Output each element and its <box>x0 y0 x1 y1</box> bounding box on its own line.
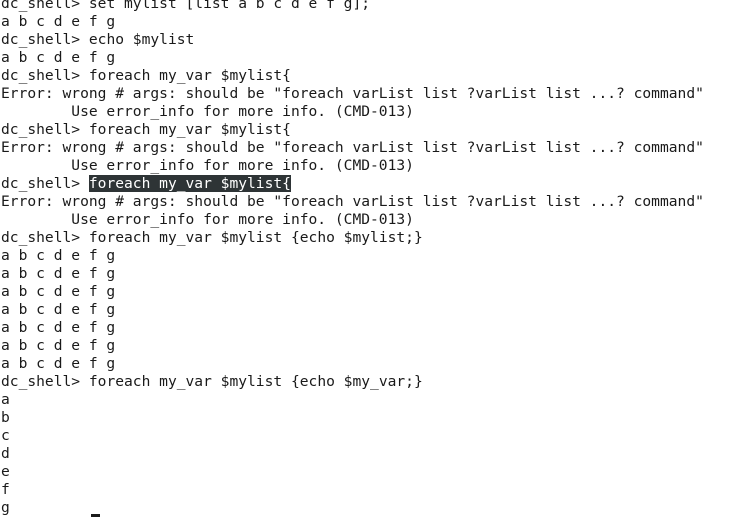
output-line: g <box>1 499 10 516</box>
output-line: e <box>1 463 10 480</box>
command-line: dc_shell> echo $mylist <box>1 31 730 49</box>
output-line: a <box>1 391 10 408</box>
shell-prompt: dc_shell> <box>1 373 89 390</box>
output-line: d <box>1 445 10 462</box>
shell-prompt: dc_shell> <box>1 31 89 48</box>
output-line: Error: wrong # args: should be "foreach … <box>1 139 704 156</box>
selected-command-text: foreach my_var $mylist{ <box>88 175 291 192</box>
command-line: dc_shell> foreach my_var $mylist{ <box>1 67 730 85</box>
command-text: echo $mylist <box>88 31 195 48</box>
shell-prompt: dc_shell> <box>1 121 89 138</box>
output-line: a b c d e f g <box>1 301 116 318</box>
output-line: b <box>1 409 10 426</box>
output-line: a b c d e f g <box>1 319 116 336</box>
output-line: Use error_info for more info. (CMD-013) <box>1 103 414 120</box>
output-line: Error: wrong # args: should be "foreach … <box>1 85 704 102</box>
command-text: foreach my_var $mylist {echo $mylist;} <box>88 229 423 246</box>
command-text: foreach my_var $mylist{ <box>88 67 291 84</box>
command-line: dc_shell> foreach my_var $mylist {echo $… <box>1 229 730 247</box>
output-line: a b c d e f g <box>1 283 116 300</box>
output-line: a b c d e f g <box>1 247 116 264</box>
output-line: a b c d e f g <box>1 13 116 30</box>
output-line: a b c d e f g <box>1 337 116 354</box>
output-line: c <box>1 427 10 444</box>
terminal-cursor <box>91 514 100 517</box>
command-text: foreach my_var $mylist {echo $my_var;} <box>88 373 423 390</box>
terminal-output[interactable]: dc_shell> set mylist [list a b c d e f g… <box>0 0 730 517</box>
output-line: a b c d e f g <box>1 355 116 372</box>
shell-prompt: dc_shell> <box>1 0 89 12</box>
command-line: dc_shell> set mylist [list a b c d e f g… <box>1 0 730 13</box>
command-text: foreach my_var $mylist{ <box>88 121 291 138</box>
output-line: a b c d e f g <box>1 265 116 282</box>
command-line: dc_shell> foreach my_var $mylist{ <box>1 121 730 139</box>
command-text: set mylist [list a b c d e f g]; <box>88 0 371 12</box>
output-line: a b c d e f g <box>1 49 116 66</box>
output-line: Use error_info for more info. (CMD-013) <box>1 157 414 174</box>
shell-prompt: dc_shell> <box>1 229 89 246</box>
output-line: f <box>1 481 10 498</box>
command-line: dc_shell> foreach my_var $mylist {echo $… <box>1 373 730 391</box>
command-line: dc_shell> foreach my_var $mylist{ <box>1 175 730 193</box>
shell-prompt: dc_shell> <box>1 67 89 84</box>
output-line: Error: wrong # args: should be "foreach … <box>1 193 704 210</box>
shell-prompt: dc_shell> <box>1 175 89 192</box>
output-line: Use error_info for more info. (CMD-013) <box>1 211 414 228</box>
